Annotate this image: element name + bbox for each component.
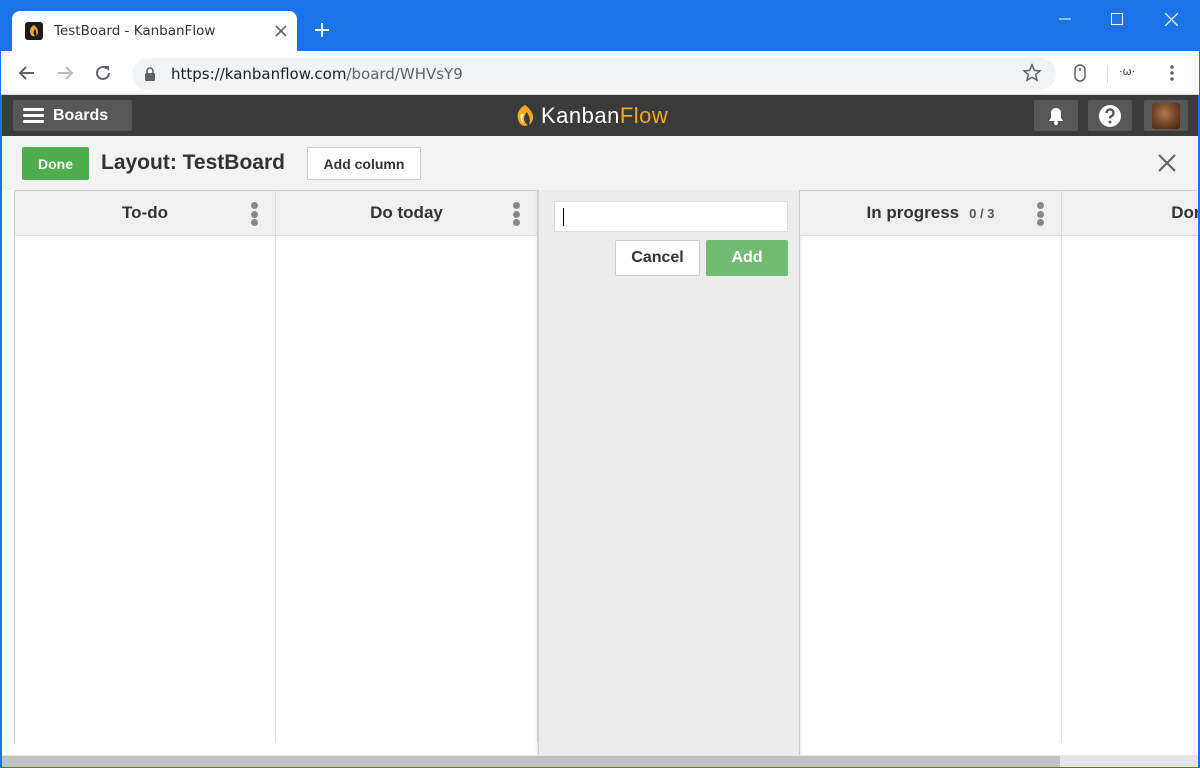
url-text: https://kanbanflow.com/board/WHVsY9 <box>171 65 463 83</box>
cancel-button[interactable]: Cancel <box>615 240 700 276</box>
text-cursor <box>563 208 564 226</box>
profile-extension-icon[interactable]: ·ω· <box>1119 65 1135 78</box>
url-host: https://kanbanflow.com <box>171 65 347 83</box>
browser-toolbar: https://kanbanflow.com/board/WHVsY9 ·ω· <box>0 51 1200 95</box>
browser-titlebar: TestBoard - KanbanFlow <box>0 0 1200 51</box>
column-name-input[interactable] <box>554 201 788 232</box>
scrollbar-thumb[interactable] <box>2 756 1060 767</box>
new-column-form: Cancel Add <box>538 190 800 755</box>
maximize-icon[interactable] <box>1090 0 1144 38</box>
close-tab-icon[interactable] <box>270 20 292 42</box>
close-window-icon[interactable] <box>1144 0 1198 38</box>
toolbar-separator <box>1107 65 1108 83</box>
board-columns: To-do Do today Cancel Add In progress 0 … <box>2 190 1198 755</box>
hamburger-icon <box>23 108 44 123</box>
help-button[interactable] <box>1088 100 1132 131</box>
new-tab-button[interactable] <box>308 16 336 44</box>
mouse-extension-icon[interactable] <box>1066 59 1094 87</box>
column-header[interactable]: Done <box>1062 190 1198 236</box>
avatar <box>1152 102 1180 129</box>
column-title: To-do <box>122 203 168 222</box>
column-menu-icon[interactable] <box>250 202 258 226</box>
brand-flow: Flow <box>619 103 669 128</box>
column-header[interactable]: In progress 0 / 3 <box>800 190 1061 236</box>
column-menu-icon[interactable] <box>1036 202 1044 226</box>
wip-limit: 0 / 3 <box>969 205 995 221</box>
address-bar[interactable]: https://kanbanflow.com/board/WHVsY9 <box>132 58 1056 90</box>
column-title: Done <box>1171 203 1198 222</box>
user-menu-button[interactable] <box>1144 100 1188 131</box>
kanbanflow-flame-icon <box>517 105 534 126</box>
reload-icon[interactable] <box>89 59 117 87</box>
bell-icon <box>1049 107 1063 125</box>
board-column-todo: To-do <box>14 190 276 743</box>
column-title: In progress <box>866 203 960 222</box>
url-path: /board/WHVsY9 <box>346 65 463 83</box>
close-layout-icon[interactable] <box>1155 151 1179 175</box>
board-column-in-progress: In progress 0 / 3 <box>800 190 1062 743</box>
minimize-icon[interactable] <box>1038 0 1092 38</box>
bookmark-star-icon[interactable] <box>1022 63 1042 88</box>
brand-kanban: Kanban <box>541 103 620 128</box>
column-header[interactable]: To-do <box>15 190 275 236</box>
horizontal-scrollbar[interactable] <box>2 755 1198 768</box>
column-header[interactable]: Do today <box>276 190 537 236</box>
boards-label: Boards <box>53 106 109 124</box>
boards-button[interactable]: Boards <box>13 100 132 131</box>
back-icon[interactable] <box>13 59 41 87</box>
add-button[interactable]: Add <box>706 240 788 276</box>
kanbanflow-logo[interactable]: Kanban Flow <box>512 102 668 130</box>
app-header: Boards Kanban Flow <box>2 95 1198 136</box>
add-column-button[interactable]: Add column <box>307 147 421 180</box>
layout-toolbar: Done Layout: TestBoard Add column <box>2 136 1198 190</box>
menu-kebab-icon[interactable] <box>1158 59 1186 87</box>
forward-icon[interactable] <box>51 59 79 87</box>
lock-icon <box>144 67 156 86</box>
board-column-do-today: Do today <box>276 190 538 743</box>
board-column-done: Done <box>1062 190 1198 743</box>
browser-tab[interactable]: TestBoard - KanbanFlow <box>12 11 297 51</box>
tab-title: TestBoard - KanbanFlow <box>54 23 216 39</box>
help-icon <box>1099 104 1121 127</box>
done-button[interactable]: Done <box>22 147 89 180</box>
column-title: Do today <box>370 203 443 222</box>
notifications-button[interactable] <box>1034 100 1078 131</box>
page-title: Layout: TestBoard <box>101 151 285 174</box>
kanbanflow-logo-icon <box>25 22 43 40</box>
column-menu-icon[interactable] <box>512 202 520 226</box>
